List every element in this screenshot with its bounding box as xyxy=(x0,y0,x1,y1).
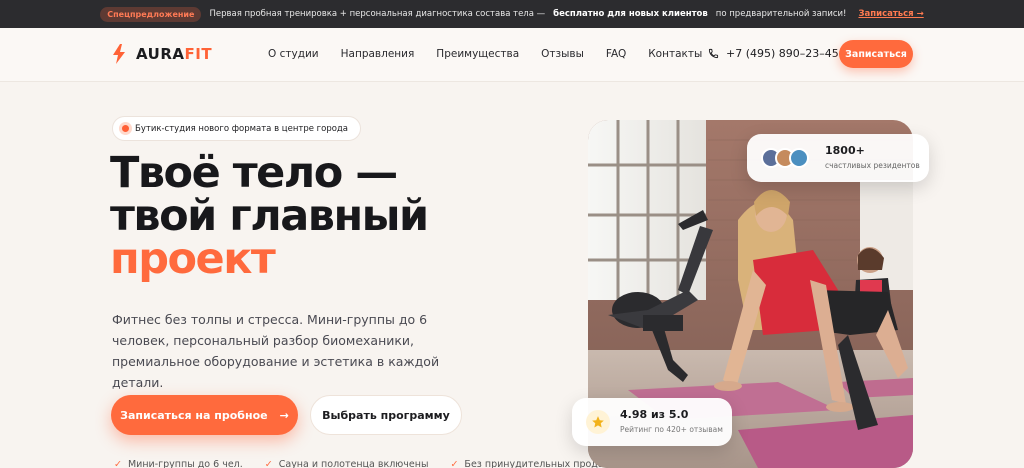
nav-item-directions[interactable]: Направления xyxy=(341,48,415,60)
rating-card: 4.98 из 5.0 Рейтинг по 420+ отзывам xyxy=(572,398,732,446)
nav-item-contacts[interactable]: Контакты xyxy=(648,48,702,60)
hero-title-line1: Твоё тело — xyxy=(110,148,398,198)
logo[interactable]: AURAFIT xyxy=(112,44,212,64)
phone-icon xyxy=(708,48,719,59)
promo-text-bold: бесплатно для новых клиентов xyxy=(553,9,708,19)
promo-signup-link[interactable]: Записаться → xyxy=(858,9,923,19)
feature-item: ✓ Сауна и полотенца включены xyxy=(264,459,429,468)
phone-link[interactable]: +7 (495) 890–23–45 xyxy=(708,47,839,60)
nav-item-about[interactable]: О студии xyxy=(268,48,319,60)
lightning-icon xyxy=(113,44,125,64)
residents-stat-card: 1800+ счастливых резидентов xyxy=(747,134,929,182)
hero-lead: Фитнес без толпы и стресса. Мини-группы … xyxy=(112,312,440,390)
resident-avatars xyxy=(761,148,809,168)
check-icon: ✓ xyxy=(450,459,459,468)
check-icon: ✓ xyxy=(264,459,273,468)
phone-number: +7 (495) 890–23–45 xyxy=(726,47,839,60)
arrow-right-icon: → xyxy=(279,408,289,422)
main-nav: AURAFIT О студии Направления Преимуществ… xyxy=(0,28,1024,82)
nav-item-faq[interactable]: FAQ xyxy=(606,48,626,60)
promo-bar: Спецпредложение Первая пробная тренировк… xyxy=(0,0,1024,28)
hero-title: Твоё тело — твой главный проект xyxy=(110,148,429,284)
check-icon: ✓ xyxy=(114,459,122,468)
feature-item: ✓ Без принудительных продаж xyxy=(450,459,613,468)
hero-title-line2: твой главный xyxy=(110,191,429,241)
nav-menu: О студии Направления Преимущества Отзывы… xyxy=(268,48,724,60)
nav-item-advantages[interactable]: Преимущества xyxy=(436,48,519,60)
feature-item: ✓ Мини-группы до 6 чел. xyxy=(114,459,243,468)
rating-value: 4.98 из 5.0 xyxy=(620,408,689,421)
promo-text-before: Первая пробная тренировка + персональная… xyxy=(209,9,546,19)
hero-badge: Бутик-студия нового формата в центре гор… xyxy=(112,116,362,141)
residents-label: счастливых резидентов xyxy=(825,161,920,170)
star-icon xyxy=(586,410,610,434)
avatar xyxy=(789,148,809,168)
rating-label: Рейтинг по 420+ отзывам xyxy=(620,425,723,434)
hero-title-accent: проект xyxy=(110,234,276,284)
feature-list: ✓ Мини-группы до 6 чел. ✓ Сауна и полотенц… xyxy=(114,459,612,468)
residents-count: 1800+ xyxy=(825,144,865,157)
promo-tag: Спецпредложение xyxy=(100,6,202,22)
nav-signup-button[interactable]: Записаться xyxy=(839,40,913,68)
badge-dot-icon xyxy=(122,125,129,132)
logo-text: AURAFIT xyxy=(136,45,213,63)
nav-item-reviews[interactable]: Отзывы xyxy=(541,48,584,60)
choose-program-button[interactable]: Выбрать программу xyxy=(310,395,462,435)
badge-text: Бутик-студия нового формата в центре гор… xyxy=(135,123,349,134)
promo-text-after: по предварительной записи! xyxy=(715,9,847,19)
trial-signup-button[interactable]: Записаться на пробное → xyxy=(111,395,298,435)
trial-signup-label: Записаться на пробное xyxy=(120,408,268,422)
